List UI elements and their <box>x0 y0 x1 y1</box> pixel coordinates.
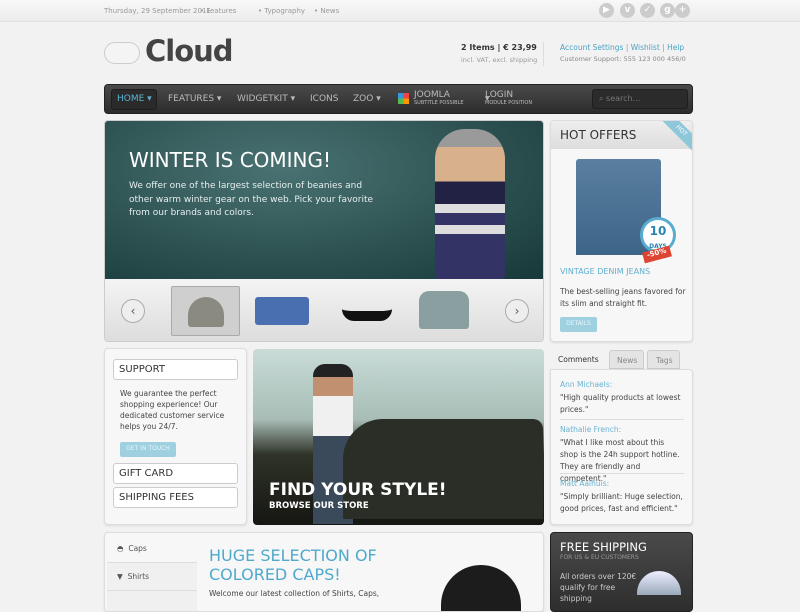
thumb-beanie[interactable] <box>171 286 240 336</box>
product-title[interactable]: VINTAGE DENIM JEANS <box>560 267 650 276</box>
support-text: We guarantee the perfect shopping experi… <box>120 389 225 431</box>
cloud-logo-icon <box>104 42 140 64</box>
google-icon[interactable]: g <box>660 3 675 18</box>
comment-item: Nathalie French: "What I like most about… <box>560 420 684 483</box>
tabs-widget: Comments News Tags Ann Michaels: "High q… <box>550 348 693 525</box>
shirt-icon: ▼ <box>117 572 123 581</box>
tab-news[interactable]: News <box>609 350 644 369</box>
hero-slider: WINTER IS COMING! We offer one of the la… <box>104 120 544 342</box>
comments-list: Ann Michaels: "High quality products at … <box>550 369 693 525</box>
gift-card-button[interactable]: GIFT CARD <box>113 463 238 484</box>
help-link[interactable]: Help <box>667 43 684 52</box>
tab-comments[interactable]: Comments <box>550 349 609 369</box>
promo-banner[interactable]: FIND YOUR STYLE! BROWSE OUR STORE <box>253 349 544 525</box>
top-link-features[interactable]: • Features <box>200 7 236 15</box>
top-bar: Thursday, 29 September 2011 • Features •… <box>0 0 800 22</box>
tab-tags[interactable]: Tags <box>647 350 680 369</box>
check-icon[interactable]: ✓ <box>640 3 655 18</box>
nav-features[interactable]: FEATURES ▾ <box>168 94 221 104</box>
car-image <box>343 419 543 519</box>
comment-author[interactable]: Nathalie French: <box>560 425 684 434</box>
get-in-touch-button[interactable]: GET IN TOUCH <box>120 442 176 457</box>
cap-image <box>441 565 521 611</box>
category-menu: ◓ Caps ▼ Shirts <box>107 535 197 611</box>
top-link-typography[interactable]: • Typography <box>258 7 305 15</box>
nav-widgetkit[interactable]: WIDGETKIT ▾ <box>237 94 295 104</box>
free-shipping-title: FREE SHIPPING <box>560 540 647 554</box>
thumb-jeans[interactable] <box>255 297 309 325</box>
next-arrow-icon[interactable]: › <box>505 299 529 323</box>
shipping-fees-button[interactable]: SHIPPING FEES <box>113 487 238 508</box>
joomla-icon <box>398 93 409 104</box>
comment-text: "High quality products at lowest prices.… <box>560 393 681 414</box>
category-shirts[interactable]: ▼ Shirts <box>107 563 197 591</box>
nav-home[interactable]: HOME ▾ <box>117 94 152 104</box>
play-icon[interactable]: ▶ <box>599 3 614 18</box>
thumb-sunglasses[interactable] <box>342 299 392 321</box>
support-phone: Customer Support: 555 123 000 456/0 <box>560 55 686 63</box>
cart-note: incl. VAT, excl. shipping <box>461 56 538 64</box>
caps-panel: ◓ Caps ▼ Shirts HUGE SELECTION OF COLORE… <box>104 532 544 612</box>
plus-icon[interactable]: + <box>675 3 690 18</box>
nav-login[interactable]: LOGIN MODULE POSITION <box>485 90 532 110</box>
promo-title: FIND YOUR STYLE! <box>269 480 447 500</box>
nav-joomla[interactable]: JOOMLA SUBTITLE POSSIBLE <box>414 90 464 110</box>
separator: | <box>662 43 665 52</box>
top-link-news[interactable]: • News <box>314 7 339 15</box>
category-caps[interactable]: ◓ Caps <box>107 535 197 563</box>
free-shipping-text: All orders over 120€ qualify for free sh… <box>560 572 637 603</box>
promo-subtitle: BROWSE OUR STORE <box>269 501 369 511</box>
hero-title: WINTER IS COMING! <box>129 148 332 172</box>
model-image <box>435 129 505 279</box>
support-button[interactable]: SUPPORT <box>113 359 238 380</box>
free-shipping-panel: FREE SHIPPING FOR US & EU CUSTOMERS All … <box>550 532 693 612</box>
hot-offers-panel: HOT OFFERS HOT 10 DAYS -50% VINTAGE DENIM… <box>550 120 693 342</box>
nav-icons[interactable]: ICONS <box>310 94 338 104</box>
details-button[interactable]: DETAILS <box>560 317 597 332</box>
search-input[interactable]: ⌕ search... <box>592 89 688 109</box>
divider <box>543 42 544 66</box>
thumb-jacket[interactable] <box>419 291 469 329</box>
comment-item: Ann Michaels: "High quality products at … <box>560 380 684 420</box>
logo[interactable]: Cloud <box>145 34 234 68</box>
comment-text: "Simply brilliant: Huge selection, good … <box>560 492 683 513</box>
comment-author[interactable]: Matt Aalhuis: <box>560 479 684 488</box>
cart-summary[interactable]: 2 Items | € 23,99 <box>461 43 537 52</box>
separator: | <box>625 43 629 52</box>
comment-item: Matt Aalhuis: "Simply brilliant: Huge se… <box>560 474 684 515</box>
support-panel: SUPPORT We guarantee the perfect shoppin… <box>104 348 247 525</box>
thumbnail-strip: ‹ › <box>105 279 543 341</box>
nav-zoo[interactable]: ZOO ▾ <box>353 94 381 104</box>
vimeo-icon[interactable]: v <box>620 3 635 18</box>
free-shipping-sub: FOR US & EU CUSTOMERS <box>560 554 639 561</box>
parachute-icon <box>637 571 681 595</box>
cap-icon: ◓ <box>117 544 124 553</box>
prev-arrow-icon[interactable]: ‹ <box>121 299 145 323</box>
wishlist-link[interactable]: Wishlist <box>631 43 660 52</box>
main-nav: HOME ▾ FEATURES ▾ WIDGETKIT ▾ ICONS ZOO … <box>104 84 693 114</box>
hero-text: We offer one of the largest selection of… <box>129 181 374 218</box>
caps-title: HUGE SELECTION OF COLORED CAPS! <box>209 546 377 584</box>
comment-author[interactable]: Ann Michaels: <box>560 380 684 389</box>
account-settings-link[interactable]: Account Settings <box>560 43 623 52</box>
product-desc: The best-selling jeans favored for its s… <box>560 287 686 308</box>
caps-text: Welcome our latest collection of Shirts,… <box>209 589 380 598</box>
date: Thursday, 29 September 2011 <box>104 7 211 15</box>
